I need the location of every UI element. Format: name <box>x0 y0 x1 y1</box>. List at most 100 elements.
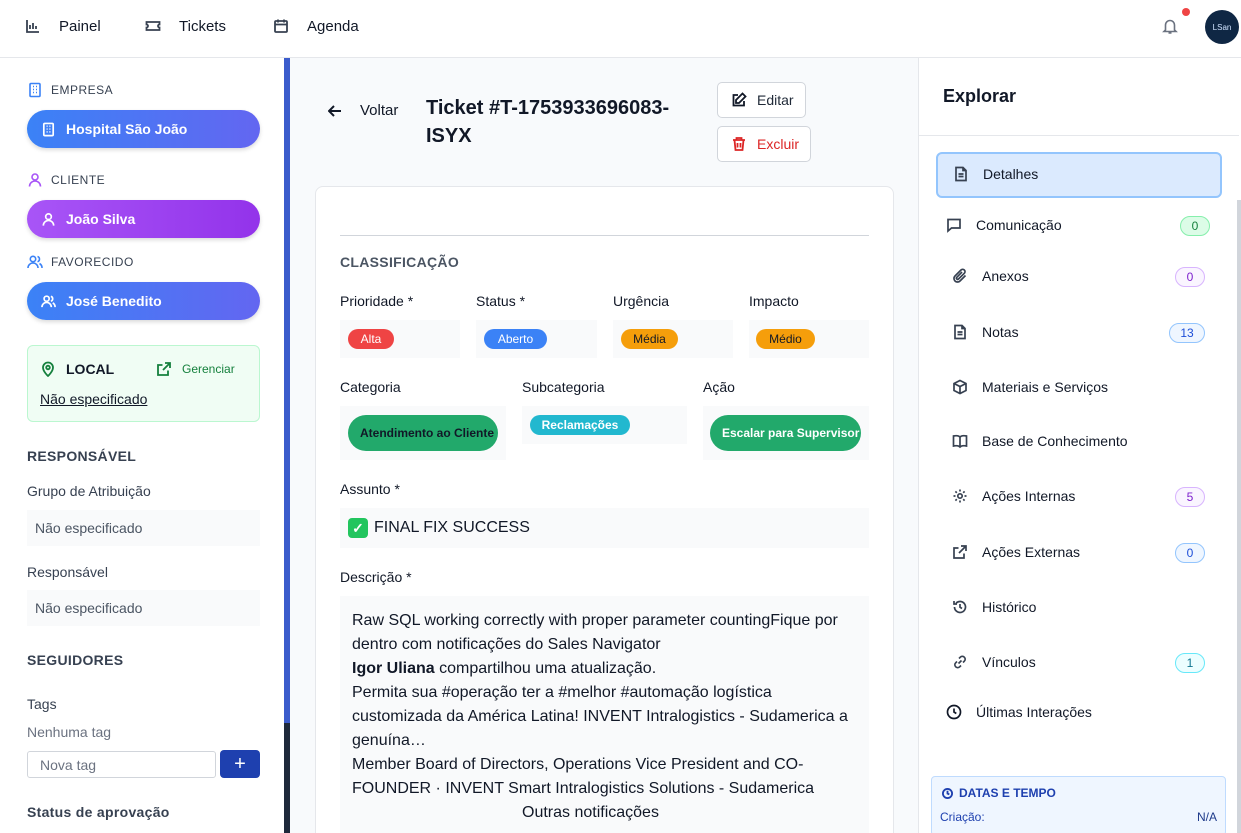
favorecido-pill[interactable]: José Benedito <box>27 282 260 320</box>
description-line: Raw SQL working correctly with proper pa… <box>352 612 838 629</box>
add-tag-button[interactable]: + <box>220 750 260 778</box>
delete-button[interactable]: Excluir <box>717 126 811 162</box>
local-manage-button[interactable]: Gerenciar <box>156 361 235 377</box>
subject-label: Assunto * <box>340 481 400 497</box>
explore-item-anexos[interactable]: Anexos <box>952 268 1029 284</box>
book-icon <box>952 434 968 449</box>
urgencia-label: Urgência <box>613 293 670 309</box>
acao-badge: Escalar para Supervisor <box>710 415 861 451</box>
back-button[interactable]: Voltar <box>328 102 398 119</box>
explore-item-label: Detalhes <box>983 166 1039 182</box>
gear-icon <box>953 489 967 503</box>
bar-chart-icon <box>26 20 39 33</box>
ticket-icon <box>145 21 161 31</box>
explore-item-base-conhecimento[interactable]: Base de Conhecimento <box>952 433 1128 449</box>
count-badge: 13 <box>1169 323 1205 343</box>
cliente-value: João Silva <box>66 211 136 227</box>
edit-label: Editar <box>757 92 794 108</box>
count-badge: 0 <box>1175 543 1205 563</box>
cliente-pill[interactable]: João Silva <box>27 200 260 238</box>
classification-heading: CLASSIFICAÇÃO <box>340 254 460 270</box>
nav-agenda[interactable]: Agenda <box>273 0 359 52</box>
description-line: customizada da América Latina! INVENT In… <box>352 708 848 725</box>
local-value[interactable]: Não especificado <box>40 391 147 407</box>
building-icon <box>29 82 41 98</box>
explore-item-label: Vínculos <box>982 654 1036 670</box>
explore-item-acoes-externas[interactable]: Ações Externas <box>952 544 1080 560</box>
description-author: Igor Uliana <box>352 660 435 677</box>
nav-painel-label: Painel <box>59 17 101 35</box>
edit-button[interactable]: Editar <box>717 82 806 118</box>
description-line: Permita sua #operação ter a #melhor #aut… <box>352 684 772 701</box>
local-manage-label: Gerenciar <box>182 362 235 376</box>
edit-icon <box>732 92 747 107</box>
local-title: LOCAL <box>40 361 114 377</box>
aprovacao-heading: Status de aprovação <box>27 804 170 820</box>
seguidores-heading: SEGUIDORES <box>27 652 124 668</box>
explore-item-vinculos[interactable]: Vínculos <box>952 654 1036 670</box>
building-icon <box>42 122 55 136</box>
description-line-text: compartilhou uma atualização. <box>439 660 657 677</box>
explore-item-label: Últimas Interações <box>976 704 1092 720</box>
description-field[interactable]: Raw SQL working correctly with proper pa… <box>340 596 869 833</box>
responsavel-field[interactable]: Não especificado <box>27 590 260 626</box>
explore-item-label: Notas <box>982 324 1019 340</box>
explore-item-notas[interactable]: Notas <box>952 324 1019 340</box>
delete-label: Excluir <box>757 136 800 152</box>
grupo-field[interactable]: Não especificado <box>27 510 260 546</box>
notifications-button[interactable] <box>1161 17 1179 35</box>
divider <box>340 235 869 236</box>
cliente-label: CLIENTE <box>27 172 105 188</box>
explore-item-comunicacao[interactable]: Comunicação <box>946 217 1062 233</box>
nav-tickets[interactable]: Tickets <box>145 0 226 52</box>
explore-item-detalhes[interactable]: Detalhes <box>953 166 1038 182</box>
explore-item-label: Histórico <box>982 599 1037 615</box>
empresa-label: EMPRESA <box>27 82 113 98</box>
dates-title: DATAS E TEMPO <box>942 786 1056 800</box>
subject-field[interactable]: ✓ FINAL FIX SUCCESS <box>340 508 869 548</box>
back-label: Voltar <box>360 102 399 119</box>
explore-item-ultimas-interacoes[interactable]: Últimas Interações <box>946 704 1092 720</box>
dates-title-text: DATAS E TEMPO <box>959 786 1056 800</box>
avatar[interactable]: LSan <box>1205 10 1239 44</box>
explore-scrollbar[interactable] <box>1237 200 1241 833</box>
nav-painel[interactable]: Painel <box>25 0 101 52</box>
explore-item-label: Materiais e Serviços <box>982 379 1109 395</box>
clock-icon <box>946 704 962 720</box>
user-icon <box>42 212 55 226</box>
link-icon <box>954 655 966 669</box>
favorecido-value: José Benedito <box>66 293 162 309</box>
dates-card: DATAS E TEMPO Criação: N/A <box>931 776 1226 833</box>
explore-item-label: Base de Conhecimento <box>982 433 1128 449</box>
explore-divider <box>919 135 1239 136</box>
empresa-pill[interactable]: Hospital São João <box>27 110 260 148</box>
count-badge: 0 <box>1175 267 1205 287</box>
explore-item-acoes-internas[interactable]: Ações Internas <box>952 488 1075 504</box>
nav-agenda-label: Agenda <box>307 17 359 35</box>
explore-item-materiais[interactable]: Materiais e Serviços <box>952 379 1108 395</box>
description-line: Outras notificações <box>522 804 659 821</box>
creation-label: Criação: <box>940 810 985 824</box>
explore-item-historico[interactable]: Histórico <box>952 599 1036 615</box>
top-navbar: Painel Tickets Agenda LSan <box>0 0 1241 58</box>
explore-item-label: Ações Externas <box>982 544 1081 560</box>
impacto-badge: Médio <box>756 329 815 349</box>
acao-label: Ação <box>703 379 735 395</box>
bell-icon <box>1162 19 1178 34</box>
description-line: Member Board of Directors, Operations Vi… <box>352 756 804 773</box>
check-icon: ✓ <box>348 518 368 538</box>
count-badge: 0 <box>1180 216 1210 236</box>
grupo-label: Grupo de Atribuição <box>27 483 151 499</box>
map-pin-icon <box>42 361 54 377</box>
count-badge: 1 <box>1175 653 1205 673</box>
new-tag-input[interactable]: Nova tag <box>27 751 216 778</box>
status-badge: Aberto <box>484 329 547 349</box>
calendar-icon <box>274 19 288 33</box>
notification-dot <box>1182 8 1190 16</box>
responsavel-label: Responsável <box>27 564 108 580</box>
subcategoria-label: Subcategoria <box>522 379 605 395</box>
description-line: Igor Uliana compartilhou uma atualização… <box>352 660 656 678</box>
explore-item-label: Comunicação <box>976 217 1062 233</box>
trash-icon <box>733 137 745 151</box>
description-label: Descrição * <box>340 569 412 585</box>
